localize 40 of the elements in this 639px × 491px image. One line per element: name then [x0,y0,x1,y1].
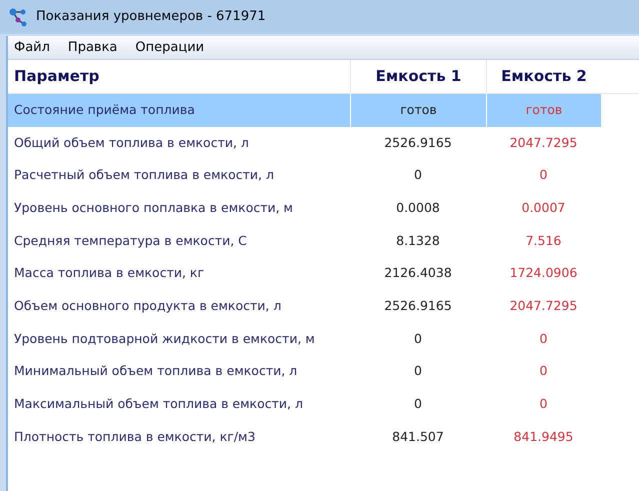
table-cell-text: 0 [538,330,548,348]
table-cell-text: 0 [538,395,548,414]
table-cell-text: 841.507 [391,428,445,446]
table-cell-text: 2126.4038 [383,264,453,282]
table-cell-text: Расчетный объем топлива в емкости, л [13,166,275,184]
table-cell-text: Средняя температура в емкости, С [13,232,248,250]
table-row[interactable]: Состояние приёма топлива готов готов [8,94,601,127]
table-cell-text: 0 [538,166,548,184]
table-cell-text: 0.0007 [520,199,566,218]
table-cell-text: 0 [413,362,423,380]
table-cell-text: 2047.7295 [508,297,578,316]
table-cell-text: 8.1328 [395,232,441,250]
table-cell-text: Максимальный объем топлива в емкости, л [13,395,304,414]
menu-item[interactable]: Правка [68,38,118,58]
table-cell-text: Объем основного продукта в емкости, л [13,297,282,316]
table-cell-text: 0 [413,166,423,184]
table-cell-text: 0 [413,395,423,414]
table-cell-text: 2526.9165 [383,134,453,152]
table-cell-text: 1724.0906 [508,264,578,282]
column-header[interactable]: Емкость 1 [350,60,486,93]
table-cell-text: Плотность топлива в емкости, кг/м3 [13,428,256,446]
table-cell-text: Масса топлива в емкости, кг [13,264,206,282]
column-header[interactable]: Параметр [8,60,350,93]
table-cell-text: 2526.9165 [383,297,453,316]
column-header[interactable]: Емкость 2 [486,60,601,93]
table-cell-text: Состояние приёма топлива [13,100,196,119]
table-cell-text: 0 [413,330,423,348]
table-cell-text: Минимальный объем топлива в емкости, л [13,362,298,380]
table-cell-text: 2047.7295 [508,134,578,152]
app-icon [8,7,28,27]
table-cell-text: 0.0008 [395,199,441,218]
window-title: Показания уровнемеров - 671971 [36,8,266,26]
table-cell-text: 7.516 [524,232,562,250]
table-cell-text: Общий объем топлива в емкости, л [13,134,250,152]
table-cell-text: 0 [538,362,548,380]
menu-item[interactable]: Файл [14,38,50,58]
table-cell-text: Уровень подтоварной жидкости в емкости, м [13,330,316,348]
menu-item[interactable]: Операции [135,38,204,58]
table-cell-text: Уровень основного поплавка в емкости, м [13,199,294,218]
table-cell-text: 841.9495 [512,428,574,446]
